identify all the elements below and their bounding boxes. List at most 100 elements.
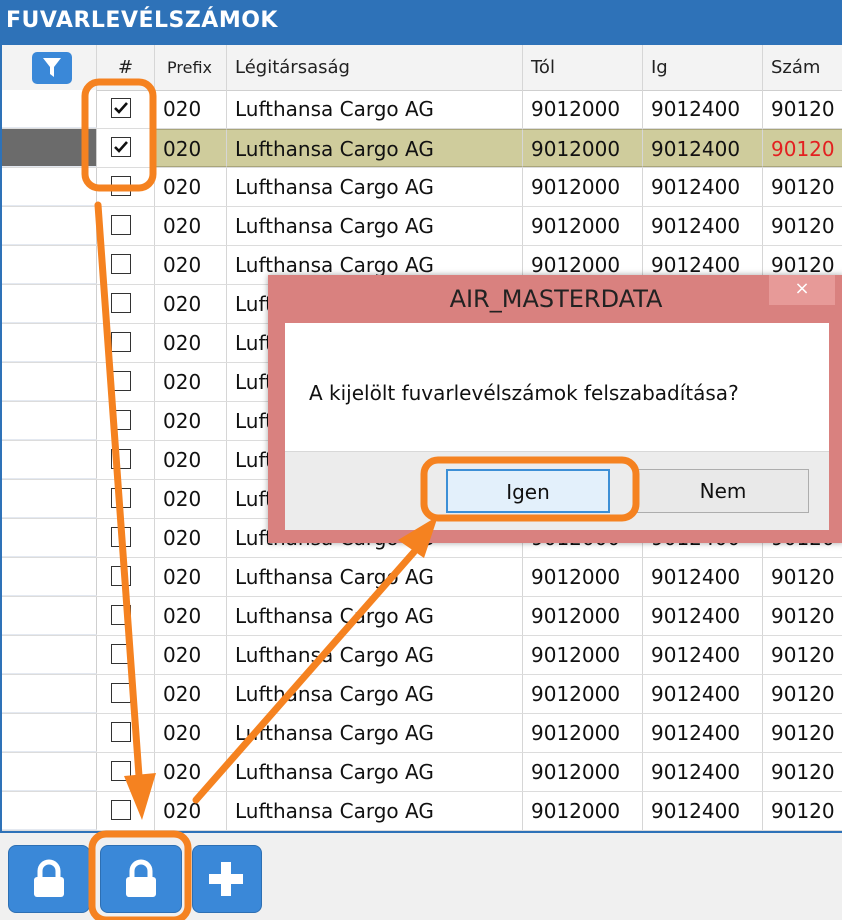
cell-prefix: 020	[155, 597, 227, 635]
table-row[interactable]: 020Lufthansa Cargo AG9012000901240090120	[2, 90, 842, 129]
row-header[interactable]	[2, 129, 97, 167]
release-lock-button[interactable]	[100, 845, 182, 913]
cell-prefix: 020	[155, 246, 227, 284]
cell-prefix: 020	[155, 168, 227, 206]
row-header[interactable]	[2, 246, 97, 284]
table-row[interactable]: 020Lufthansa Cargo AG9012000901240090120	[2, 168, 842, 207]
row-checkbox[interactable]	[111, 293, 131, 313]
cell-to: 9012400	[643, 207, 763, 245]
yes-button[interactable]: Igen	[446, 469, 610, 513]
row-header[interactable]	[2, 207, 97, 245]
row-header[interactable]	[2, 363, 97, 401]
cell-airline: Lufthansa Cargo AG	[227, 714, 523, 752]
cell-from: 9012000	[523, 207, 643, 245]
cell-prefix: 020	[155, 285, 227, 323]
table-row[interactable]: 020Lufthansa Cargo AG9012000901240090120	[2, 129, 842, 168]
row-header[interactable]	[2, 324, 97, 362]
row-checkbox[interactable]	[111, 215, 131, 235]
cell-prefix: 020	[155, 714, 227, 752]
header-prefix[interactable]: Prefix	[155, 45, 227, 90]
row-header[interactable]	[2, 480, 97, 518]
row-checkbox[interactable]	[111, 722, 131, 742]
table-row[interactable]: 020Lufthansa Cargo AG9012000901240090120	[2, 714, 842, 753]
table-row[interactable]: 020Lufthansa Cargo AG9012000901240090120	[2, 597, 842, 636]
row-checkbox[interactable]	[111, 644, 131, 664]
cell-from: 9012000	[523, 168, 643, 206]
row-header[interactable]	[2, 558, 97, 596]
cell-from: 9012000	[523, 558, 643, 596]
row-header[interactable]	[2, 90, 97, 128]
row-checkbox[interactable]	[111, 449, 131, 469]
header-from[interactable]: Tól	[523, 45, 643, 90]
row-header[interactable]	[2, 441, 97, 479]
row-header[interactable]	[2, 675, 97, 713]
cell-number: 90120	[763, 558, 842, 596]
row-checkbox-cell	[97, 441, 155, 479]
table-row[interactable]: 020Lufthansa Cargo AG9012000901240090120	[2, 675, 842, 714]
table-row[interactable]: 020Lufthansa Cargo AG9012000901240090120	[2, 558, 842, 597]
row-checkbox[interactable]	[111, 176, 131, 196]
cell-prefix: 020	[155, 636, 227, 674]
row-checkbox[interactable]	[111, 761, 131, 781]
cell-prefix: 020	[155, 129, 227, 167]
cell-prefix: 020	[155, 441, 227, 479]
table-row[interactable]: 020Lufthansa Cargo AG9012000901240090120	[2, 207, 842, 246]
filter-button[interactable]	[32, 52, 72, 84]
no-button[interactable]: Nem	[637, 469, 809, 513]
table-row[interactable]: 020Lufthansa Cargo AG9012000901240090120	[2, 636, 842, 675]
row-checkbox-cell	[97, 519, 155, 557]
header-to[interactable]: Ig	[643, 45, 763, 90]
row-checkbox[interactable]	[111, 332, 131, 352]
row-header[interactable]	[2, 519, 97, 557]
row-checkbox[interactable]	[111, 254, 131, 274]
cell-to: 9012400	[643, 129, 763, 167]
cell-airline: Lufthansa Cargo AG	[227, 207, 523, 245]
row-checkbox[interactable]	[111, 410, 131, 430]
row-checkbox[interactable]	[111, 137, 131, 157]
header-index[interactable]: #	[97, 45, 155, 90]
row-checkbox-cell	[97, 207, 155, 245]
row-header[interactable]	[2, 636, 97, 674]
row-header[interactable]	[2, 597, 97, 635]
row-checkbox[interactable]	[111, 527, 131, 547]
header-filter-cell	[2, 45, 97, 90]
header-airline[interactable]: Légitársaság	[227, 45, 523, 90]
table-row[interactable]: 020Lufthansa Cargo AG9012000901240090120	[2, 753, 842, 792]
row-checkbox[interactable]	[111, 566, 131, 586]
row-checkbox-cell	[97, 597, 155, 635]
row-checkbox[interactable]	[111, 488, 131, 508]
row-header[interactable]	[2, 285, 97, 323]
cell-airline: Lufthansa Cargo AG	[227, 675, 523, 713]
row-header[interactable]	[2, 402, 97, 440]
table-row[interactable]: 020Lufthansa Cargo AG9012000901240090120	[2, 792, 842, 831]
confirm-dialog: AIR_MASTERDATA × A kijelölt fuvarlevélsz…	[268, 275, 842, 543]
cell-from: 9012000	[523, 714, 643, 752]
row-checkbox[interactable]	[111, 605, 131, 625]
row-checkbox[interactable]	[111, 800, 131, 820]
add-button[interactable]	[192, 845, 262, 913]
row-checkbox-cell	[97, 285, 155, 323]
lock-button[interactable]	[8, 845, 90, 913]
row-header[interactable]	[2, 753, 97, 791]
dialog-close-button[interactable]: ×	[769, 275, 835, 305]
cell-number: 90120	[763, 753, 842, 791]
grid-header: # Prefix Légitársaság Tól Ig Szám	[2, 45, 842, 91]
lock-icon	[126, 859, 156, 897]
row-checkbox-cell	[97, 324, 155, 362]
plus-icon	[209, 862, 243, 896]
dialog-body: A kijelölt fuvarlevélszámok felszabadítá…	[285, 323, 829, 530]
header-number[interactable]: Szám	[763, 45, 842, 90]
row-checkbox[interactable]	[111, 98, 131, 118]
cell-airline: Lufthansa Cargo AG	[227, 168, 523, 206]
row-header[interactable]	[2, 714, 97, 752]
row-checkbox-cell	[97, 363, 155, 401]
row-checkbox[interactable]	[111, 683, 131, 703]
cell-from: 9012000	[523, 792, 643, 830]
row-header[interactable]	[2, 168, 97, 206]
bottom-toolbar	[0, 831, 842, 920]
cell-number: 90120	[763, 129, 842, 167]
cell-prefix: 020	[155, 675, 227, 713]
row-checkbox[interactable]	[111, 371, 131, 391]
row-header[interactable]	[2, 792, 97, 830]
cell-number: 90120	[763, 207, 842, 245]
